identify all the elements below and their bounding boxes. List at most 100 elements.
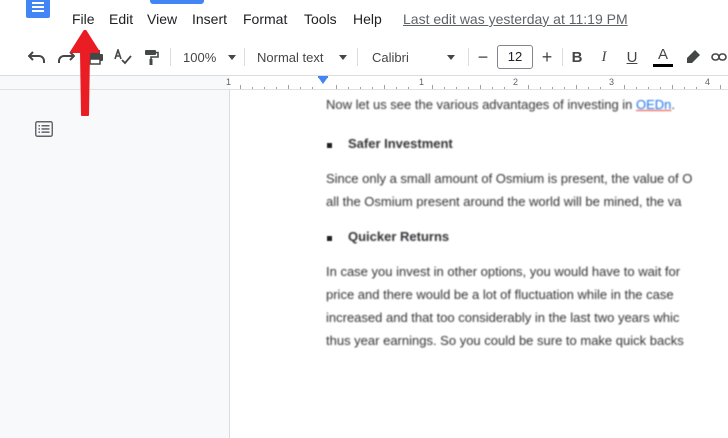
ruler-tick: [444, 87, 445, 89]
ruler-tick: [588, 87, 589, 89]
ruler-number: 1: [419, 77, 425, 87]
paragraph-line[interactable]: Now let us see the various advantages of…: [326, 97, 675, 112]
ruler-tick: [456, 87, 457, 89]
ruler-tick: [372, 87, 373, 89]
undo-icon[interactable]: [26, 46, 48, 68]
document-outline-icon[interactable]: [35, 121, 53, 142]
ruler-tick: [624, 85, 625, 89]
ruler-tick: [576, 85, 577, 89]
menu-file[interactable]: File: [72, 11, 95, 27]
line-text: .: [671, 97, 676, 112]
paragraph-line[interactable]: Since only a small amount of Osmium is p…: [326, 171, 692, 186]
ruler-tick: [276, 87, 277, 89]
ruler-tick: [672, 85, 673, 89]
ruler-tick: [684, 87, 685, 89]
font-value: Calibri: [372, 49, 409, 65]
text-color-label: A: [657, 45, 668, 63]
bullet-icon: [327, 236, 332, 241]
chevron-down-icon: [446, 54, 455, 60]
font-select[interactable]: Calibri: [372, 46, 462, 68]
menu-edit[interactable]: Edit: [109, 11, 133, 27]
document-page[interactable]: Now let us see the various advantages of…: [229, 90, 728, 438]
ruler-tick: [600, 87, 601, 89]
text-color-button[interactable]: A: [652, 46, 674, 68]
menu-bar: File Edit View Insert Format Tools Help …: [0, 0, 728, 38]
ruler-tick: [300, 87, 301, 89]
bullet-heading[interactable]: Quicker Returns: [348, 229, 449, 244]
ruler-tick: [348, 87, 349, 89]
annotation-arrow-icon: [70, 29, 100, 123]
menu-help[interactable]: Help: [353, 11, 382, 27]
ruler-tick: [660, 87, 661, 89]
paragraph-line[interactable]: In case you invest in other options, you…: [326, 264, 680, 279]
menu-format[interactable]: Format: [243, 11, 287, 27]
ruler-page-area: [230, 76, 728, 89]
paint-format-icon[interactable]: [140, 46, 162, 68]
menu-tools[interactable]: Tools: [304, 11, 337, 27]
paragraph-line[interactable]: thus year earnings. So you could be sure…: [326, 333, 684, 348]
toolbar: 100% Normal text Calibri − 12 + B I U A: [0, 38, 728, 76]
paragraph-line[interactable]: all the Osmium present around the world …: [326, 194, 682, 209]
ruler-tick: [252, 87, 253, 89]
toolbar-separator: [170, 48, 171, 66]
ruler-tick: [480, 85, 481, 89]
top-accent-tab: [150, 0, 204, 4]
bold-button[interactable]: B: [569, 46, 585, 68]
italic-button[interactable]: I: [596, 46, 612, 68]
underline-button[interactable]: U: [624, 46, 640, 68]
text-color-swatch: [653, 63, 673, 67]
ruler-tick: [564, 87, 565, 89]
menu-insert[interactable]: Insert: [192, 11, 227, 27]
ruler-number: 4: [705, 77, 711, 87]
ruler-tick: [432, 85, 433, 89]
menu-view[interactable]: View: [147, 11, 177, 27]
last-edit-link[interactable]: Last edit was yesterday at 11:19 PM: [403, 11, 628, 27]
chevron-down-icon: [339, 54, 348, 60]
docs-logo-icon[interactable]: [26, 0, 50, 18]
font-size-input[interactable]: 12: [497, 45, 533, 69]
spellcheck-icon[interactable]: [112, 46, 134, 68]
ruler-number: 1: [226, 77, 232, 87]
ruler-tick: [384, 85, 385, 89]
ruler-tick: [360, 87, 361, 89]
ruler-tick: [504, 87, 505, 89]
ruler-tick: [540, 87, 541, 89]
zoom-value: 100%: [183, 49, 217, 65]
left-indent-marker[interactable]: [318, 77, 328, 84]
bullet-heading[interactable]: Safer Investment: [348, 136, 453, 151]
zoom-select[interactable]: 100%: [183, 46, 237, 68]
ruler-tick: [552, 87, 553, 89]
decrease-font-size-button[interactable]: −: [474, 46, 492, 68]
ruler-tick: [396, 87, 397, 89]
ruler[interactable]: 1 1 2 3 4: [0, 76, 728, 90]
ruler-tick: [288, 85, 289, 89]
chevron-down-icon: [228, 54, 237, 60]
ruler-tick: [240, 85, 241, 89]
misspelled-word-link[interactable]: OEDn: [636, 97, 671, 112]
ruler-tick: [264, 87, 265, 89]
ruler-number: 3: [609, 77, 615, 87]
ruler-tick: [648, 87, 649, 89]
style-value: Normal text: [257, 49, 324, 65]
ruler-tick: [408, 87, 409, 89]
ruler-tick: [312, 87, 313, 89]
toolbar-separator: [562, 48, 563, 66]
insert-link-icon[interactable]: [710, 46, 728, 68]
style-select[interactable]: Normal text: [257, 46, 348, 68]
toolbar-separator: [244, 48, 245, 66]
ruler-tick: [468, 87, 469, 89]
toolbar-separator: [468, 48, 469, 66]
ruler-number: 2: [513, 77, 519, 87]
line-text: Now let us see the various advantages of…: [326, 97, 637, 112]
ruler-tick: [636, 87, 637, 89]
toolbar-separator: [357, 48, 358, 66]
ruler-tick: [528, 85, 529, 89]
paragraph-line[interactable]: increased and that too considerably in t…: [326, 310, 679, 325]
bullet-icon: [327, 143, 332, 148]
increase-font-size-button[interactable]: +: [538, 46, 556, 68]
paragraph-line[interactable]: price and there would be a lot of fluctu…: [326, 287, 674, 302]
ruler-tick: [492, 87, 493, 89]
ruler-tick: [336, 85, 337, 89]
ruler-tick: [720, 85, 721, 89]
highlight-pen-icon[interactable]: [683, 46, 703, 68]
